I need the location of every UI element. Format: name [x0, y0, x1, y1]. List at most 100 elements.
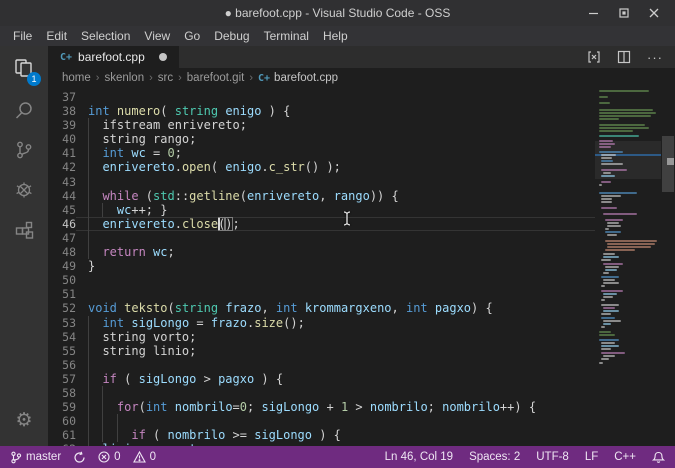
code-line-45[interactable]: 45 wc++; } — [48, 203, 595, 217]
window-controls — [581, 0, 667, 26]
line-number: 48 — [48, 245, 76, 259]
modified-dot-icon[interactable] — [159, 53, 167, 61]
menu-selection[interactable]: Selection — [74, 27, 137, 45]
code-line-49[interactable]: 49} — [48, 259, 595, 273]
menu-help[interactable]: Help — [316, 27, 355, 45]
text-caret — [218, 218, 220, 230]
settings-gear-icon[interactable]: ⚙ — [0, 400, 48, 440]
line-number: 57 — [48, 372, 76, 386]
minimize-icon[interactable] — [581, 0, 607, 26]
status-warning[interactable]: 0 — [133, 451, 156, 463]
menu-edit[interactable]: Edit — [39, 27, 74, 45]
breadcrumb-item-barefoot.git[interactable]: barefoot.git — [187, 72, 245, 84]
debug-icon[interactable] — [0, 170, 48, 210]
vscode-window: ● barefoot.cpp - Visual Studio Code - OS… — [0, 0, 675, 468]
editor[interactable]: 3738int numero( string enigo ) {39 ifstr… — [48, 88, 675, 446]
code-line-48[interactable]: 48 return wc; — [48, 245, 595, 259]
chevron-right-icon: › — [249, 72, 253, 84]
status-spaces-2[interactable]: Spaces: 2 — [469, 451, 520, 463]
source-control-icon[interactable] — [0, 130, 48, 170]
code-line-53[interactable]: 53 int sigLongo = frazo.size(); — [48, 316, 595, 330]
chevron-right-icon: › — [96, 72, 100, 84]
tab-bar: C+ barefoot.cpp ··· — [48, 46, 675, 68]
menu-debug[interactable]: Debug — [207, 27, 256, 45]
menu-go[interactable]: Go — [177, 27, 207, 45]
split-editor-icon[interactable] — [617, 50, 631, 64]
extensions-icon[interactable] — [0, 210, 48, 250]
code-line-54[interactable]: 54 string vorto; — [48, 330, 595, 344]
status-error[interactable]: 0 — [98, 451, 120, 463]
code-line-51[interactable]: 51 — [48, 287, 595, 301]
line-number: 45 — [48, 203, 76, 217]
status-utf-8[interactable]: UTF-8 — [536, 451, 569, 463]
bell-icon — [652, 451, 665, 464]
git-branch-icon — [10, 451, 22, 464]
open-changes-icon[interactable] — [587, 50, 601, 64]
code-line-40[interactable]: 40 string rango; — [48, 132, 595, 146]
tab-barefoot-cpp[interactable]: C+ barefoot.cpp — [48, 46, 179, 68]
line-number: 40 — [48, 132, 76, 146]
status-git-branch[interactable]: master — [10, 451, 61, 464]
overview-ruler-cursor-marker — [667, 158, 674, 165]
line-number: 56 — [48, 358, 76, 372]
status-c-[interactable]: C++ — [614, 451, 636, 463]
line-number: 59 — [48, 400, 76, 414]
line-number: 55 — [48, 344, 76, 358]
code-line-39[interactable]: 39 ifstream enrivereto; — [48, 118, 595, 132]
minimap[interactable] — [595, 88, 661, 446]
editor-actions: ··· — [587, 46, 675, 68]
code-line-41[interactable]: 41 int wc = 0; — [48, 146, 595, 160]
window-title: ● barefoot.cpp - Visual Studio Code - OS… — [225, 6, 451, 20]
code-line-59[interactable]: 59 for(int nombrilo=0; sigLongo + 1 > no… — [48, 400, 595, 414]
code-line-52[interactable]: 52void teksto(string frazo, int krommarg… — [48, 301, 595, 315]
explorer-icon[interactable]: 1 — [0, 46, 48, 90]
code-line-47[interactable]: 47 — [48, 231, 595, 245]
menu-file[interactable]: File — [6, 27, 39, 45]
menu-terminal[interactable]: Terminal — [257, 27, 316, 45]
code-pane[interactable]: 3738int numero( string enigo ) {39 ifstr… — [48, 88, 595, 446]
breadcrumb-item-skenlon[interactable]: skenlon — [104, 72, 144, 84]
menu-bar: FileEditSelectionViewGoDebugTerminalHelp — [0, 26, 675, 46]
line-number: 41 — [48, 146, 76, 160]
status-sync[interactable] — [73, 451, 86, 464]
breadcrumb-item-barefoot.cpp[interactable]: C+barefoot.cpp — [258, 72, 338, 84]
breadcrumb-item-home[interactable]: home — [62, 72, 91, 84]
code-line-38[interactable]: 38int numero( string enigo ) { — [48, 104, 595, 118]
code-line-60[interactable]: 60 — [48, 414, 595, 428]
status-bar: master 0 0 Ln 46, Col 19 Spaces: 2 UTF-8 LF C+… — [0, 446, 675, 468]
code-line-57[interactable]: 57 if ( sigLongo > pagxo ) { — [48, 372, 595, 386]
code-line-42[interactable]: 42 enrivereto.open( enigo.c_str() ); — [48, 160, 595, 174]
menu-view[interactable]: View — [137, 27, 177, 45]
code-line-56[interactable]: 56 — [48, 358, 595, 372]
code-line-43[interactable]: 43 — [48, 175, 595, 189]
chevron-right-icon: › — [149, 72, 153, 84]
line-number: 61 — [48, 428, 76, 442]
tab-label: barefoot.cpp — [78, 50, 145, 64]
code-line-62[interactable]: 62 linio += vorto; — [48, 442, 595, 446]
line-number: 43 — [48, 175, 76, 189]
status-ln-46-col-19[interactable]: Ln 46, Col 19 — [385, 451, 453, 463]
code-line-55[interactable]: 55 string linio; — [48, 344, 595, 358]
line-number: 47 — [48, 231, 76, 245]
line-number: 39 — [48, 118, 76, 132]
close-icon[interactable] — [641, 0, 667, 26]
code-line-50[interactable]: 50 — [48, 273, 595, 287]
search-icon[interactable] — [0, 90, 48, 130]
code-line-61[interactable]: 61 if ( nombrilo >= sigLongo ) { — [48, 428, 595, 442]
line-number: 49 — [48, 259, 76, 273]
line-number: 50 — [48, 273, 76, 287]
editor-scrollbar[interactable] — [661, 88, 675, 446]
cpp-file-icon: C+ — [60, 52, 72, 63]
code-line-37[interactable]: 37 — [48, 90, 595, 104]
breadcrumb-item-src[interactable]: src — [158, 72, 173, 84]
maximize-icon[interactable] — [611, 0, 637, 26]
line-number: 53 — [48, 316, 76, 330]
more-actions-icon[interactable]: ··· — [647, 50, 663, 65]
code-line-58[interactable]: 58 — [48, 386, 595, 400]
status-bell[interactable] — [652, 451, 665, 464]
code-line-46[interactable]: 46 enrivereto.close(); — [48, 217, 595, 231]
line-number: 58 — [48, 386, 76, 400]
line-number: 44 — [48, 189, 76, 203]
code-line-44[interactable]: 44 while (std::getline(enrivereto, rango… — [48, 189, 595, 203]
status-lf[interactable]: LF — [585, 451, 598, 463]
